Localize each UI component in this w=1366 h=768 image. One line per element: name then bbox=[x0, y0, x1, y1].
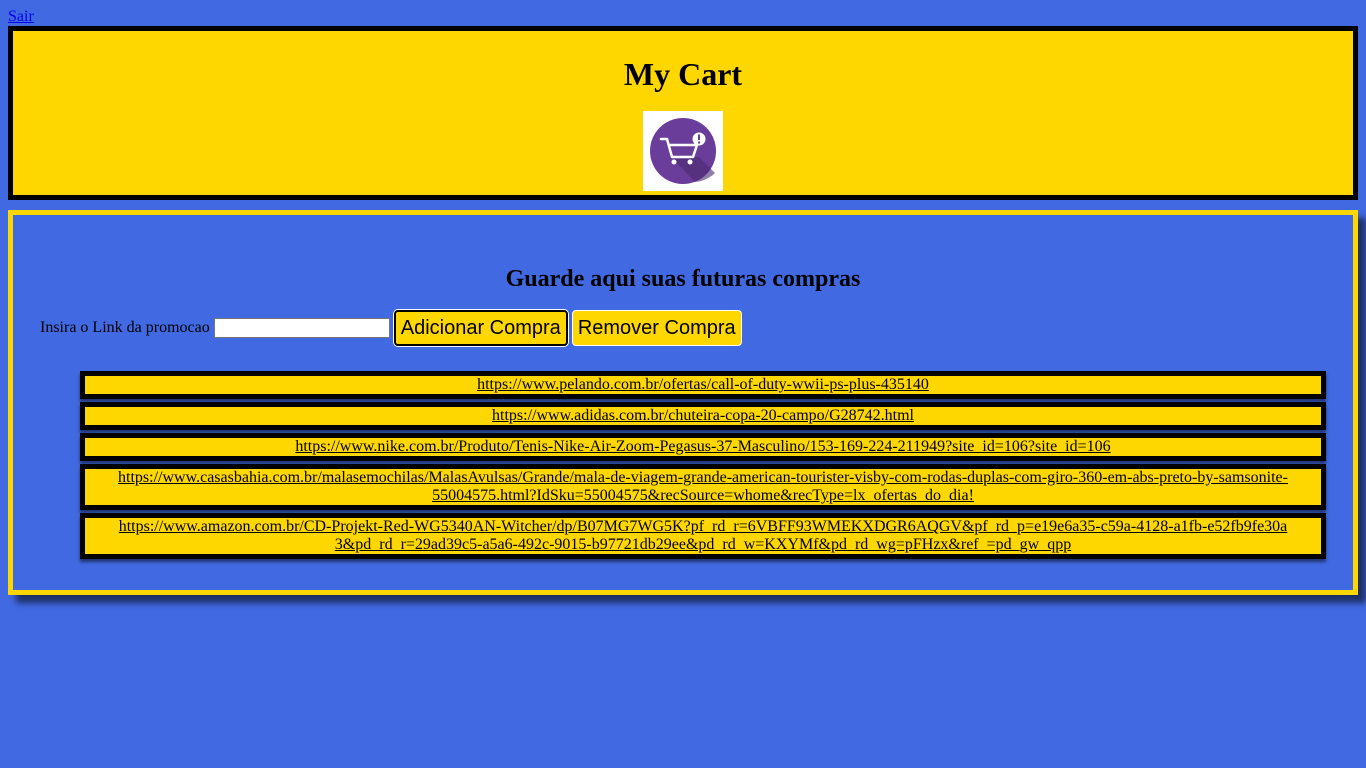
list-item: https://www.nike.com.br/Produto/Tenis-Ni… bbox=[80, 433, 1326, 461]
cart-panel: Guarde aqui suas futuras compras Insira … bbox=[8, 210, 1358, 595]
add-link-form: Insira o Link da promocao Adicionar Comp… bbox=[40, 309, 742, 347]
header: My Cart bbox=[8, 26, 1358, 200]
saved-link[interactable]: https://www.adidas.com.br/chuteira-copa-… bbox=[492, 407, 914, 424]
list-item: https://www.amazon.com.br/CD-Projekt-Red… bbox=[80, 513, 1326, 559]
saved-links-list: https://www.pelando.com.br/ofertas/call-… bbox=[80, 371, 1326, 562]
section-heading: Guarde aqui suas futuras compras bbox=[505, 266, 861, 292]
saved-link[interactable]: https://www.casasbahia.com.br/malasemoch… bbox=[118, 469, 1288, 504]
shopping-cart-alert-icon bbox=[643, 111, 723, 191]
list-item: https://www.pelando.com.br/ofertas/call-… bbox=[80, 371, 1326, 399]
page-title: My Cart bbox=[623, 56, 743, 92]
list-item: https://www.casasbahia.com.br/malasemoch… bbox=[80, 464, 1326, 510]
link-input[interactable] bbox=[213, 318, 390, 338]
saved-link[interactable]: https://www.amazon.com.br/CD-Projekt-Red… bbox=[119, 518, 1288, 553]
add-purchase-button[interactable]: Adicionar Compra bbox=[393, 310, 568, 346]
saved-link[interactable]: https://www.nike.com.br/Produto/Tenis-Ni… bbox=[295, 438, 1110, 455]
saved-link[interactable]: https://www.pelando.com.br/ofertas/call-… bbox=[477, 376, 929, 393]
logout-link[interactable]: Sair bbox=[8, 8, 34, 26]
remove-purchase-button[interactable]: Remover Compra bbox=[571, 310, 742, 346]
link-input-label: Insira o Link da promocao bbox=[40, 319, 210, 336]
list-item: https://www.adidas.com.br/chuteira-copa-… bbox=[80, 402, 1326, 430]
